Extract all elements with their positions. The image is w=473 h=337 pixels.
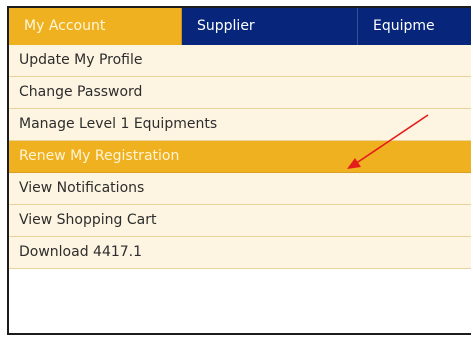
menu-item-download-form[interactable]: Download 4417.1 [9, 237, 471, 269]
my-account-menu: Update My Profile Change Password Manage… [9, 45, 471, 269]
account-dropdown-panel: My Account Supplier Equipme Update My Pr… [7, 6, 471, 335]
menu-item-update-profile[interactable]: Update My Profile [9, 45, 471, 77]
tab-equipment[interactable]: Equipme [358, 8, 471, 45]
menu-item-manage-equipments[interactable]: Manage Level 1 Equipments [9, 109, 471, 141]
top-navigation: My Account Supplier Equipme [9, 8, 471, 45]
tab-supplier[interactable]: Supplier [182, 8, 358, 45]
tab-my-account[interactable]: My Account [9, 8, 182, 45]
menu-item-renew-registration[interactable]: Renew My Registration [9, 141, 471, 173]
menu-item-change-password[interactable]: Change Password [9, 77, 471, 109]
menu-item-view-shopping-cart[interactable]: View Shopping Cart [9, 205, 471, 237]
menu-item-view-notifications[interactable]: View Notifications [9, 173, 471, 205]
